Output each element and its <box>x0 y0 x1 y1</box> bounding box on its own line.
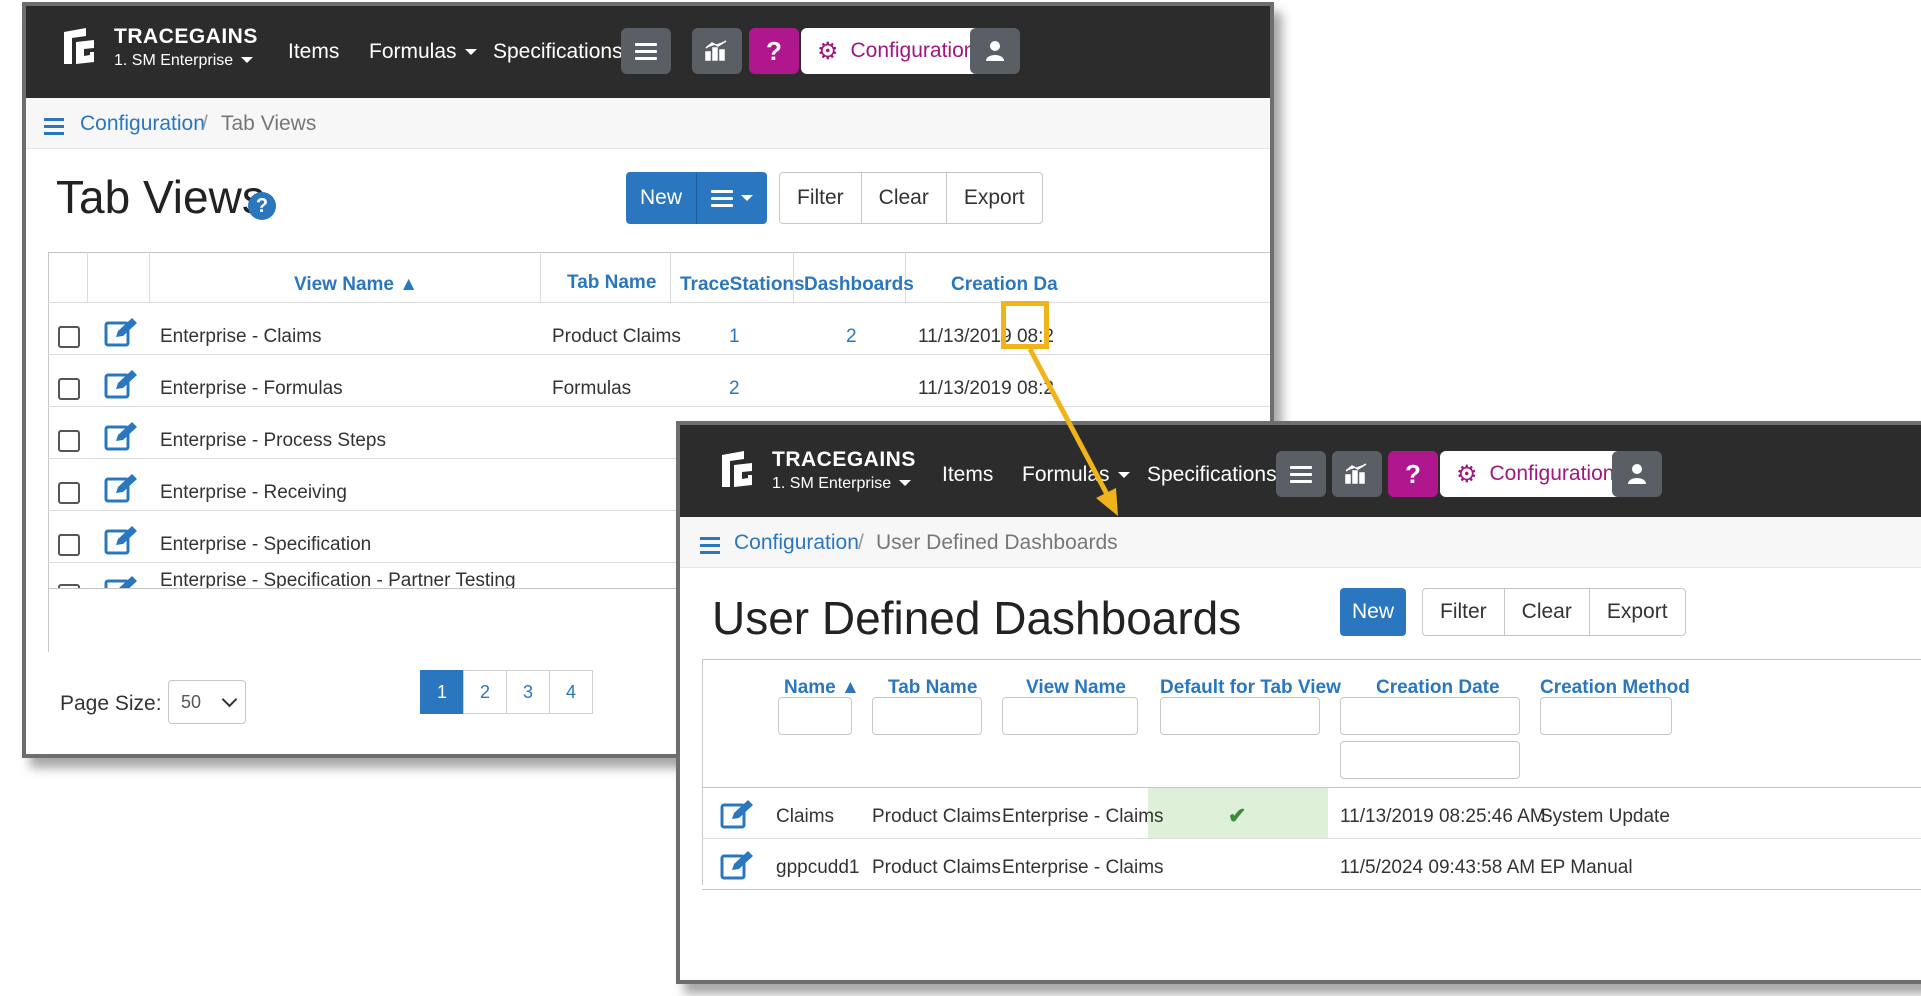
callout-arrow <box>1027 347 1118 516</box>
